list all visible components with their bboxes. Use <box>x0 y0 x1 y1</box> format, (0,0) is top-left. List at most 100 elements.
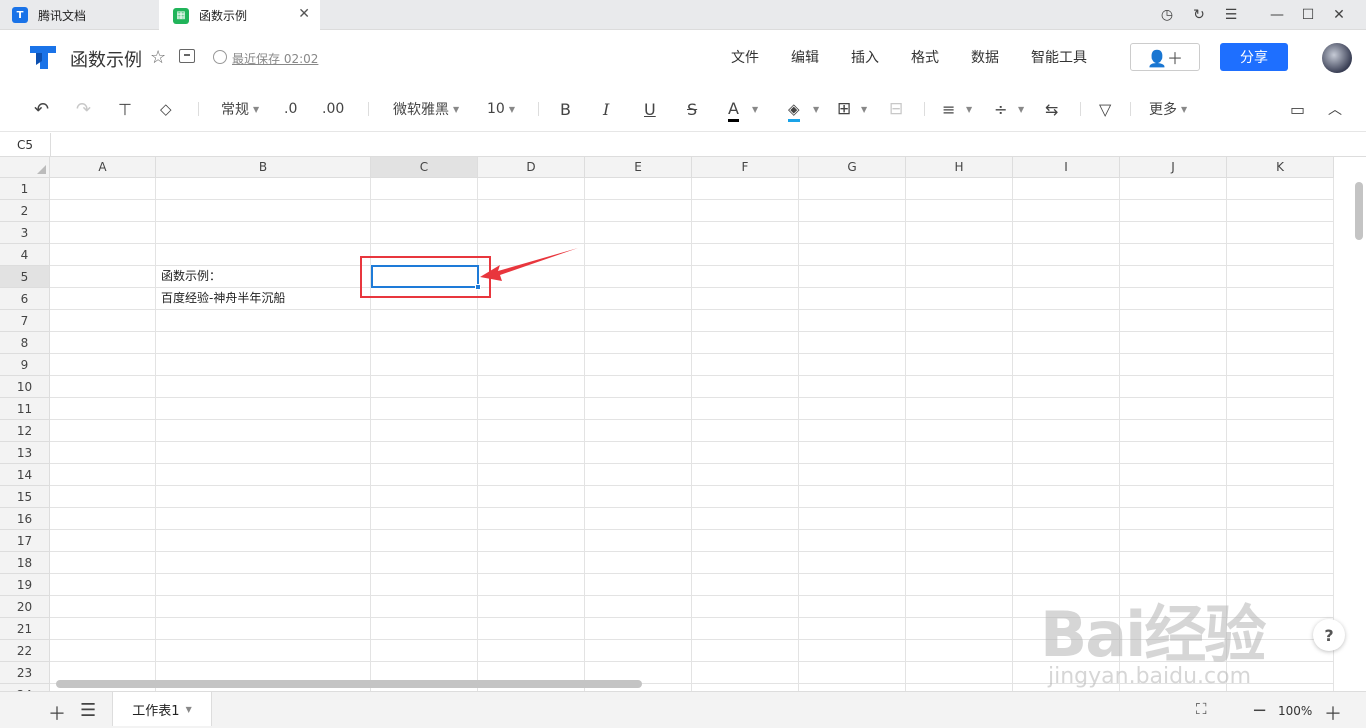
row-header-17[interactable]: 17 <box>0 530 50 552</box>
fill-color-dropdown[interactable]: ▼ <box>809 98 819 120</box>
border-icon[interactable]: ⊞ <box>837 98 851 120</box>
row-header-12[interactable]: 12 <box>0 420 50 442</box>
column-header-h[interactable]: H <box>906 157 1013 178</box>
fill-color-icon[interactable]: ◈ <box>788 98 800 122</box>
filter-icon[interactable]: ▽ <box>1099 98 1111 120</box>
select-all-corner[interactable] <box>0 157 50 178</box>
horizontal-align-icon[interactable]: ≡ <box>942 98 955 120</box>
comment-icon[interactable]: ▭ <box>1290 98 1305 120</box>
increase-decimal-button[interactable]: .00 <box>322 98 344 120</box>
cell-reference-box[interactable]: C5 <box>0 133 51 157</box>
collapse-toolbar-icon[interactable]: ︿ <box>1328 98 1342 120</box>
menu-insert[interactable]: 插入 <box>851 47 879 67</box>
clear-format-icon[interactable]: ◇ <box>160 98 172 120</box>
vertical-scrollbar[interactable] <box>1355 182 1363 240</box>
row-header-4[interactable]: 4 <box>0 244 50 266</box>
row-header-24[interactable]: 24 <box>0 684 50 691</box>
tencent-docs-logo[interactable] <box>28 43 58 71</box>
row-header-21[interactable]: 21 <box>0 618 50 640</box>
tab-function-example[interactable]: ▦ 函数示例 ✕ <box>159 0 320 31</box>
font-color-dropdown[interactable]: ▼ <box>748 98 758 120</box>
row-header-16[interactable]: 16 <box>0 508 50 530</box>
strikethrough-button[interactable]: S <box>687 98 697 120</box>
row-header-13[interactable]: 13 <box>0 442 50 464</box>
add-collaborator-button[interactable]: 👤＋ <box>1130 43 1200 71</box>
zoom-in-icon[interactable]: ＋ <box>1324 700 1342 726</box>
window-close-icon[interactable]: ✕ <box>1324 0 1354 30</box>
column-header-f[interactable]: F <box>692 157 799 178</box>
maximize-icon[interactable]: ☐ <box>1293 0 1323 30</box>
share-button[interactable]: 分享 <box>1220 43 1288 71</box>
menu-format[interactable]: 格式 <box>911 47 939 67</box>
help-button[interactable]: ? <box>1313 619 1345 651</box>
bold-button[interactable]: B <box>560 98 571 120</box>
menu-data[interactable]: 数据 <box>971 47 999 67</box>
row-header-9[interactable]: 9 <box>0 354 50 376</box>
font-size-select[interactable]: 10 ▼ <box>487 98 515 120</box>
cell-b6[interactable]: 百度经验-神舟半年沉船 <box>161 289 285 306</box>
undo-icon[interactable]: ↶ <box>34 98 49 120</box>
horizontal-scrollbar[interactable] <box>56 680 642 688</box>
redo-icon[interactable]: ↷ <box>76 98 91 120</box>
tab-tencent-docs[interactable]: T 腾讯文档 <box>0 0 159 30</box>
more-button[interactable]: 更多 ▼ <box>1149 98 1187 120</box>
menu-edit[interactable]: 编辑 <box>791 47 819 67</box>
font-family-select[interactable]: 微软雅黑 ▼ <box>393 98 459 120</box>
italic-button[interactable]: I <box>603 98 609 120</box>
column-header-c[interactable]: C <box>371 157 478 178</box>
column-header-a[interactable]: A <box>50 157 156 178</box>
zoom-out-icon[interactable]: − <box>1252 700 1267 721</box>
fullscreen-icon[interactable]: ⛶ <box>1196 700 1207 718</box>
menu-file[interactable]: 文件 <box>731 47 759 67</box>
column-header-i[interactable]: I <box>1013 157 1120 178</box>
row-header-7[interactable]: 7 <box>0 310 50 332</box>
minimize-icon[interactable]: — <box>1262 0 1292 30</box>
column-header-b[interactable]: B <box>156 157 371 178</box>
row-header-8[interactable]: 8 <box>0 332 50 354</box>
refresh-icon[interactable]: ↻ <box>1184 0 1214 30</box>
save-status[interactable]: 最近保存 02:02 <box>232 50 318 67</box>
column-header-e[interactable]: E <box>585 157 692 178</box>
spreadsheet-grid[interactable]: A B C D E F G H I J K 1 2 3 4 5 6 7 8 9 10 11 12 13 14 15 16 17 18 19… <box>0 157 1335 691</box>
row-header-23[interactable]: 23 <box>0 662 50 684</box>
move-to-folder-icon[interactable] <box>179 49 195 63</box>
row-header-14[interactable]: 14 <box>0 464 50 486</box>
font-color-button[interactable]: A <box>728 98 739 122</box>
row-header-3[interactable]: 3 <box>0 222 50 244</box>
row-header-6[interactable]: 6 <box>0 288 50 310</box>
sheet-tab[interactable]: 工作表1 ▼ <box>112 692 212 726</box>
row-header-20[interactable]: 20 <box>0 596 50 618</box>
row-header-1[interactable]: 1 <box>0 178 50 200</box>
column-header-d[interactable]: D <box>478 157 585 178</box>
column-header-k[interactable]: K <box>1227 157 1334 178</box>
vertical-align-dropdown[interactable]: ▼ <box>1014 98 1024 120</box>
merge-cells-icon[interactable]: ⊟ <box>889 98 903 120</box>
format-painter-icon[interactable]: ⊤ <box>118 98 132 120</box>
border-dropdown[interactable]: ▼ <box>857 98 867 120</box>
compass-icon[interactable]: ◷ <box>1152 0 1182 30</box>
row-header-15[interactable]: 15 <box>0 486 50 508</box>
sheet-list-icon[interactable]: ☰ <box>80 700 96 721</box>
cell-b5[interactable]: 函数示例： <box>161 267 221 284</box>
wrap-text-icon[interactable]: ⇆ <box>1045 98 1058 120</box>
row-header-5[interactable]: 5 <box>0 266 50 288</box>
horizontal-align-dropdown[interactable]: ▼ <box>962 98 972 120</box>
avatar[interactable] <box>1322 43 1352 73</box>
row-header-10[interactable]: 10 <box>0 376 50 398</box>
row-header-19[interactable]: 19 <box>0 574 50 596</box>
row-header-18[interactable]: 18 <box>0 552 50 574</box>
close-icon[interactable]: ✕ <box>298 6 310 22</box>
column-header-g[interactable]: G <box>799 157 906 178</box>
row-header-11[interactable]: 11 <box>0 398 50 420</box>
add-sheet-icon[interactable]: ＋ <box>48 700 66 726</box>
star-icon[interactable]: ☆ <box>150 47 166 68</box>
row-header-2[interactable]: 2 <box>0 200 50 222</box>
number-format-select[interactable]: 常规 ▼ <box>221 98 259 120</box>
vertical-align-icon[interactable]: ÷ <box>994 98 1007 120</box>
underline-button[interactable]: U <box>644 98 656 120</box>
menu-icon[interactable]: ☰ <box>1216 0 1246 30</box>
column-header-j[interactable]: J <box>1120 157 1227 178</box>
zoom-level[interactable]: 100% <box>1278 704 1312 718</box>
document-title[interactable]: 函数示例 <box>70 46 142 72</box>
decrease-decimal-button[interactable]: .0 <box>284 98 297 120</box>
